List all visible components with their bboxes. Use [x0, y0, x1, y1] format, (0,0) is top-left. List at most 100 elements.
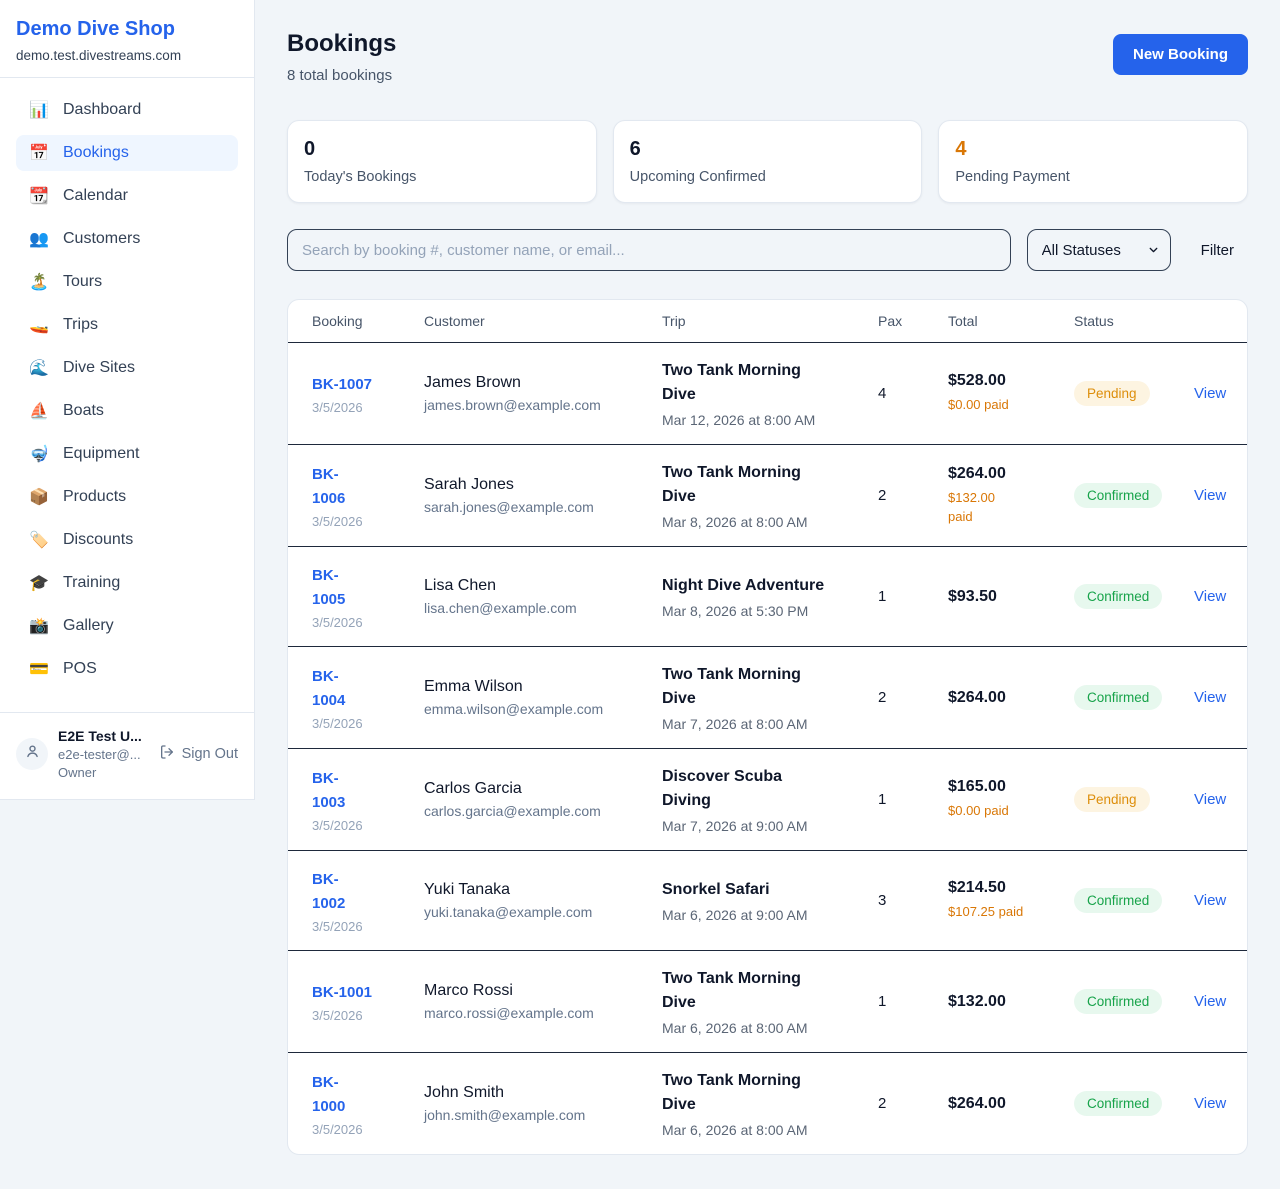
- table-row: BK- 1002 3/5/2026 Yuki Tanaka yuki.tanak…: [288, 850, 1247, 950]
- stat-card: 0 Today's Bookings: [287, 120, 597, 203]
- booking-cell: BK- 1003 3/5/2026: [312, 767, 424, 833]
- brand-name[interactable]: Demo Dive Shop: [16, 18, 238, 41]
- page-header: Bookings 8 total bookings New Booking: [287, 30, 1248, 84]
- trip-datetime: Mar 7, 2026 at 8:00 AM: [662, 716, 878, 732]
- view-link[interactable]: View: [1194, 689, 1226, 706]
- customers-icon: 👥: [28, 229, 50, 249]
- booking-number-link[interactable]: BK-1001: [312, 981, 424, 1005]
- col-header-pax: Pax: [878, 313, 948, 329]
- sidebar-item-label: Dashboard: [63, 101, 141, 119]
- customer-email: emma.wilson@example.com: [424, 701, 662, 717]
- user-email: e2e-tester@...: [58, 747, 149, 762]
- booking-number-link[interactable]: BK- 1006: [312, 463, 424, 511]
- sidebar-item-trips[interactable]: 🚤 Trips: [16, 307, 238, 343]
- view-link[interactable]: View: [1194, 487, 1226, 504]
- status-cell: Confirmed: [1074, 685, 1194, 710]
- sidebar-item-label: Boats: [63, 402, 104, 420]
- stat-value: 0: [304, 138, 580, 161]
- sidebar-item-calendar[interactable]: 📆 Calendar: [16, 178, 238, 214]
- total-cell: $264.00: [948, 689, 1074, 707]
- search-input[interactable]: [287, 229, 1011, 271]
- sidebar-item-dashboard[interactable]: 📊 Dashboard: [16, 92, 238, 128]
- customer-email: marco.rossi@example.com: [424, 1005, 662, 1021]
- page-title: Bookings: [287, 30, 396, 58]
- table-row: BK- 1006 3/5/2026 Sarah Jones sarah.jone…: [288, 444, 1247, 546]
- sidebar: Demo Dive Shop demo.test.divestreams.com…: [0, 0, 255, 800]
- paid-amount: $0.00 paid: [948, 801, 1074, 821]
- logout-icon: [159, 744, 175, 764]
- trip-cell: Night Dive Adventure Mar 8, 2026 at 5:30…: [662, 574, 878, 619]
- trip-name: Two Tank Morning Dive: [662, 461, 878, 509]
- calendar-icon: 📆: [28, 186, 50, 206]
- booking-cell: BK- 1006 3/5/2026: [312, 463, 424, 529]
- brand-domain: demo.test.divestreams.com: [16, 48, 238, 63]
- booking-number-link[interactable]: BK- 1004: [312, 665, 424, 713]
- sidebar-item-tours[interactable]: 🏝️ Tours: [16, 264, 238, 300]
- trip-datetime: Mar 8, 2026 at 8:00 AM: [662, 514, 878, 530]
- customer-name: James Brown: [424, 374, 662, 392]
- user-box: E2E Test U... e2e-tester@... Owner Sign …: [0, 712, 254, 799]
- trip-name: Two Tank Morning Dive: [662, 663, 878, 711]
- customer-email: carlos.garcia@example.com: [424, 803, 662, 819]
- filter-button[interactable]: Filter: [1201, 242, 1234, 259]
- booking-number-link[interactable]: BK- 1000: [312, 1071, 424, 1119]
- booking-number-link[interactable]: BK- 1005: [312, 564, 424, 612]
- col-header-booking: Booking: [312, 313, 424, 329]
- customer-cell: James Brown james.brown@example.com: [424, 374, 662, 413]
- customer-email: lisa.chen@example.com: [424, 600, 662, 616]
- sign-out-button[interactable]: Sign Out: [159, 744, 238, 764]
- total-amount: $264.00: [948, 465, 1074, 483]
- sidebar-item-label: Training: [63, 574, 120, 592]
- customer-email: john.smith@example.com: [424, 1107, 662, 1123]
- dive-sites-icon: 🌊: [28, 358, 50, 378]
- new-booking-button[interactable]: New Booking: [1113, 34, 1248, 75]
- total-cell: $214.50 $107.25 paid: [948, 879, 1074, 922]
- customer-email: sarah.jones@example.com: [424, 499, 662, 515]
- sidebar-item-discounts[interactable]: 🏷️ Discounts: [16, 522, 238, 558]
- stat-card: 6 Upcoming Confirmed: [613, 120, 923, 203]
- sidebar-item-equipment[interactable]: 🤿 Equipment: [16, 436, 238, 472]
- sidebar-item-pos[interactable]: 💳 POS: [16, 651, 238, 687]
- sidebar-item-label: POS: [63, 660, 97, 678]
- sidebar-item-gallery[interactable]: 📸 Gallery: [16, 608, 238, 644]
- customer-cell: Yuki Tanaka yuki.tanaka@example.com: [424, 881, 662, 920]
- view-link[interactable]: View: [1194, 588, 1226, 605]
- equipment-icon: 🤿: [28, 444, 50, 464]
- status-select-wrap: All Statuses: [1027, 229, 1171, 271]
- view-link[interactable]: View: [1194, 1095, 1226, 1112]
- status-cell: Confirmed: [1074, 888, 1194, 913]
- bookings-table: Booking Customer Trip Pax Total Status B…: [287, 299, 1248, 1155]
- sidebar-item-dive-sites[interactable]: 🌊 Dive Sites: [16, 350, 238, 386]
- sidebar-item-products[interactable]: 📦 Products: [16, 479, 238, 515]
- view-cell: View: [1194, 993, 1226, 1011]
- status-badge: Confirmed: [1074, 685, 1162, 710]
- view-link[interactable]: View: [1194, 993, 1226, 1010]
- status-filter-select[interactable]: All Statuses: [1027, 229, 1171, 271]
- status-badge: Pending: [1074, 787, 1150, 812]
- page-header-text: Bookings 8 total bookings: [287, 30, 396, 84]
- view-link[interactable]: View: [1194, 385, 1226, 402]
- table-row: BK-1001 3/5/2026 Marco Rossi marco.rossi…: [288, 950, 1247, 1052]
- status-cell: Pending: [1074, 787, 1194, 812]
- customer-name: Emma Wilson: [424, 678, 662, 696]
- customer-cell: Emma Wilson emma.wilson@example.com: [424, 678, 662, 717]
- sidebar-item-boats[interactable]: ⛵ Boats: [16, 393, 238, 429]
- sidebar-item-label: Calendar: [63, 187, 128, 205]
- booking-date: 3/5/2026: [312, 1122, 424, 1137]
- booking-number-link[interactable]: BK- 1003: [312, 767, 424, 815]
- view-link[interactable]: View: [1194, 791, 1226, 808]
- view-cell: View: [1194, 689, 1226, 707]
- col-header-status: Status: [1074, 313, 1194, 329]
- total-amount: $132.00: [948, 993, 1074, 1011]
- total-amount: $264.00: [948, 1095, 1074, 1113]
- customer-name: Marco Rossi: [424, 982, 662, 1000]
- view-link[interactable]: View: [1194, 892, 1226, 909]
- sidebar-item-bookings[interactable]: 📅 Bookings: [16, 135, 238, 171]
- sidebar-item-training[interactable]: 🎓 Training: [16, 565, 238, 601]
- booking-number-link[interactable]: BK-1007: [312, 373, 424, 397]
- trip-datetime: Mar 8, 2026 at 5:30 PM: [662, 603, 878, 619]
- booking-number-link[interactable]: BK- 1002: [312, 868, 424, 916]
- page-subtitle: 8 total bookings: [287, 67, 396, 84]
- sidebar-item-customers[interactable]: 👥 Customers: [16, 221, 238, 257]
- pax-cell: 4: [878, 385, 948, 402]
